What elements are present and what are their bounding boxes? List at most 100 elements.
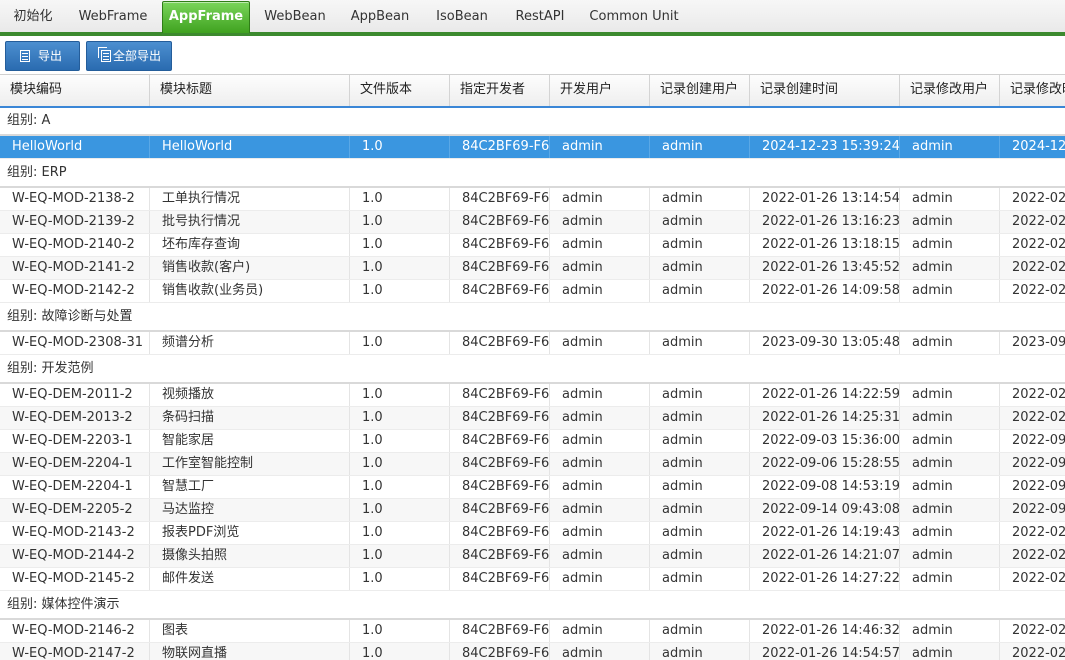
cell-module-title: 邮件发送 [150, 568, 350, 590]
grid-header: 模块编码 模块标题 文件版本 指定开发者 开发用户 记录创建用户 记录创建时间 记录修改用户记… [0, 74, 1065, 108]
group-header[interactable]: 组别: 媒体控件演示 [0, 591, 1065, 620]
cell-file-version: 1.0 [350, 188, 450, 210]
cell-create-user: admin [650, 384, 750, 406]
group-header[interactable]: 组别: 故障诊断与处置 [0, 303, 1065, 332]
table-row[interactable]: W-EQ-MOD-2138-2 工单执行情况 1.0 84C2BF69-F6B admi… [0, 188, 1065, 211]
cell-create-user: admin [650, 332, 750, 354]
cell-module-code: W-EQ-MOD-2139-2 [0, 211, 150, 233]
table-row[interactable]: W-EQ-DEM-2205-2 马达监控 1.0 84C2BF69-F6B admin a… [0, 499, 1065, 522]
tab-init[interactable]: 初始化 [3, 2, 63, 31]
table-row[interactable]: W-EQ-MOD-2144-2 摄像头拍照 1.0 84C2BF69-F6B admin… [0, 545, 1065, 568]
export-button[interactable]: 导出 [5, 41, 80, 71]
table-row[interactable]: W-EQ-MOD-2142-2 销售收款(业务员) 1.0 84C2BF69-F6B a… [0, 280, 1065, 303]
group-header[interactable]: 组别: ERP [0, 159, 1065, 188]
table-row[interactable]: W-EQ-MOD-2147-2 物联网直播 1.0 84C2BF69-F6B admin… [0, 643, 1065, 660]
cell-modify-time: 2022-02- [1000, 545, 1065, 567]
cell-modify-user: admin [900, 545, 1000, 567]
cell-create-time: 2022-09-06 15:28:55 [750, 453, 900, 475]
cell-create-user: admin [650, 643, 750, 660]
table-row[interactable]: W-EQ-MOD-2145-2 邮件发送 1.0 84C2BF69-F6B admin a… [0, 568, 1065, 591]
cell-file-version: 1.0 [350, 136, 450, 158]
cell-create-user: admin [650, 522, 750, 544]
cell-modify-user: admin [900, 407, 1000, 429]
cell-modify-user: admin [900, 280, 1000, 302]
table-row[interactable]: W-EQ-MOD-2143-2 报表PDF浏览 1.0 84C2BF69-F6B adm… [0, 522, 1065, 545]
cell-dev-user: admin [550, 568, 650, 590]
cell-developer: 84C2BF69-F6B [450, 545, 550, 567]
column-module-code-header[interactable]: 模块编码 [0, 75, 150, 106]
column-dev-user-header[interactable]: 开发用户 [550, 75, 650, 106]
column-create-user-header[interactable]: 记录创建用户 [650, 75, 750, 106]
cell-dev-user: admin [550, 407, 650, 429]
cell-file-version: 1.0 [350, 234, 450, 256]
table-row[interactable]: W-EQ-DEM-2013-2 条码扫描 1.0 84C2BF69-F6B admin a… [0, 407, 1065, 430]
cell-modify-time: 2022-02- [1000, 407, 1065, 429]
cell-create-user: admin [650, 499, 750, 521]
cell-dev-user: admin [550, 257, 650, 279]
cell-dev-user: admin [550, 234, 650, 256]
column-developer-header[interactable]: 指定开发者 [450, 75, 550, 106]
cell-module-title: 马达监控 [150, 499, 350, 521]
cell-module-title: 智慧工厂 [150, 476, 350, 498]
cell-modify-user: admin [900, 430, 1000, 452]
column-file-version-header[interactable]: 文件版本 [350, 75, 450, 106]
table-row[interactable]: W-EQ-DEM-2011-2 视频播放 1.0 84C2BF69-F6B admin a… [0, 384, 1065, 407]
tab-restapi[interactable]: RestAPI [504, 2, 576, 31]
tab-webframe[interactable]: WebFrame [66, 2, 160, 31]
cell-create-time: 2022-01-26 13:16:23 [750, 211, 900, 233]
cell-modify-time: 2022-02- [1000, 522, 1065, 544]
cell-module-title: 智能家居 [150, 430, 350, 452]
group-header[interactable]: 组别: A [0, 107, 1065, 136]
tab-appframe[interactable]: AppFrame [162, 1, 250, 33]
table-row[interactable]: W-EQ-MOD-2141-2 销售收款(客户) 1.0 84C2BF69-F6B ad… [0, 257, 1065, 280]
tab-appbean[interactable]: AppBean [340, 2, 420, 31]
cell-file-version: 1.0 [350, 476, 450, 498]
cell-dev-user: admin [550, 332, 650, 354]
column-modify-time-header[interactable]: 记录修改时间 [1000, 75, 1065, 106]
cell-create-user: admin [650, 430, 750, 452]
cell-module-code: W-EQ-MOD-2141-2 [0, 257, 150, 279]
table-row[interactable]: W-EQ-MOD-2139-2 批号执行情况 1.0 84C2BF69-F6B admi… [0, 211, 1065, 234]
cell-module-code: W-EQ-MOD-2138-2 [0, 188, 150, 210]
tab-common-unit[interactable]: Common Unit [582, 2, 686, 31]
cell-module-title: 批号执行情况 [150, 211, 350, 233]
group-header[interactable]: 组别: 开发范例 [0, 355, 1065, 384]
cell-module-code: W-EQ-DEM-2203-1 [0, 430, 150, 452]
cell-create-user: admin [650, 476, 750, 498]
cell-file-version: 1.0 [350, 407, 450, 429]
cell-file-version: 1.0 [350, 620, 450, 642]
cell-dev-user: admin [550, 643, 650, 660]
column-create-time-header[interactable]: 记录创建时间 [750, 75, 900, 106]
cell-modify-user: admin [900, 568, 1000, 590]
tab-webbean[interactable]: WebBean [252, 2, 338, 31]
cell-module-title: 工单执行情况 [150, 188, 350, 210]
cell-developer: 84C2BF69-F6B [450, 643, 550, 660]
table-row[interactable]: W-EQ-DEM-2204-1 工作室智能控制 1.0 84C2BF69-F6B adm… [0, 453, 1065, 476]
cell-create-time: 2022-09-08 14:53:19 [750, 476, 900, 498]
cell-module-code: W-EQ-DEM-2011-2 [0, 384, 150, 406]
cell-module-code: W-EQ-DEM-2013-2 [0, 407, 150, 429]
cell-create-user: admin [650, 211, 750, 233]
table-row[interactable]: W-EQ-MOD-2140-2 坯布库存查询 1.0 84C2BF69-F6B admi… [0, 234, 1065, 257]
cell-create-time: 2022-01-26 13:45:52 [750, 257, 900, 279]
cell-create-time: 2022-01-26 13:18:15 [750, 234, 900, 256]
cell-create-user: admin [650, 407, 750, 429]
cell-create-user: admin [650, 257, 750, 279]
export-all-button[interactable]: 全部导出 [86, 41, 172, 71]
cell-module-code: W-EQ-DEM-2204-1 [0, 453, 150, 475]
cell-modify-time: 2022-02- [1000, 384, 1065, 406]
tab-isobean[interactable]: IsoBean [424, 2, 500, 31]
cell-file-version: 1.0 [350, 384, 450, 406]
cell-developer: 84C2BF69-F6B [450, 234, 550, 256]
table-row[interactable]: W-EQ-MOD-2308-31 频谱分析 1.0 84C2BF69-F6B admin… [0, 332, 1065, 355]
column-module-title-header[interactable]: 模块标题 [150, 75, 350, 106]
column-modify-user-header[interactable]: 记录修改用户 [900, 75, 1000, 106]
cell-developer: 84C2BF69-F6B [450, 407, 550, 429]
cell-create-time: 2022-01-26 14:21:07 [750, 545, 900, 567]
cell-dev-user: admin [550, 499, 650, 521]
table-row[interactable]: W-EQ-MOD-2146-2 图表 1.0 84C2BF69-F6B admin adm… [0, 620, 1065, 643]
cell-developer: 84C2BF69-F6B [450, 257, 550, 279]
table-row-selected[interactable]: HelloWorld HelloWorld 1.0 84C2BF69-F6B admin… [0, 136, 1065, 159]
table-row[interactable]: W-EQ-DEM-2203-1 智能家居 1.0 84C2BF69-F6B admin a… [0, 430, 1065, 453]
table-row[interactable]: W-EQ-DEM-2204-1 智慧工厂 1.0 84C2BF69-F6B admin a… [0, 476, 1065, 499]
